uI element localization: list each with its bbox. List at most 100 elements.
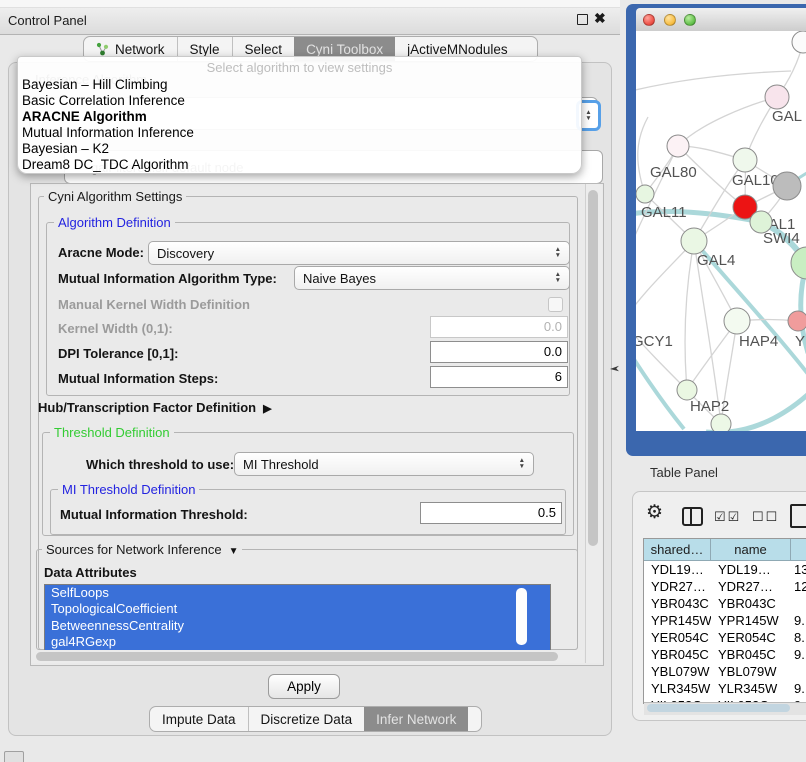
network-node-gal4[interactable]: [681, 228, 707, 254]
table-row[interactable]: YBL079WYBL079W: [644, 663, 806, 680]
network-node-y[interactable]: [788, 311, 806, 331]
table-cell[interactable]: YDR27…: [711, 578, 791, 595]
hub-definition-toggle[interactable]: Hub/Transcription Factor Definition▶: [38, 400, 272, 415]
column-header[interactable]: [791, 539, 806, 560]
dpi-tolerance-field[interactable]: [430, 341, 568, 363]
network-node[interactable]: [791, 247, 806, 279]
aracne-mode-select[interactable]: Discovery ▲▼: [148, 241, 570, 265]
minimized-panel-button[interactable]: [4, 751, 24, 762]
tab-label: Infer Network: [376, 712, 456, 727]
algorithm-option[interactable]: Basic Correlation Inference: [18, 93, 581, 109]
algorithm-option[interactable]: Bayesian – Hill Climbing: [18, 77, 581, 93]
table-cell[interactable]: 9.: [791, 680, 806, 697]
table-cell[interactable]: YBL079W: [644, 663, 711, 680]
table-cell[interactable]: YBL079W: [711, 663, 791, 680]
data-attribute-item[interactable]: TopologicalCoefficient: [45, 601, 550, 617]
network-canvas[interactable]: GALGAL80GAL10GAL1GAL11SWI4GAL4GCY1HAP4YH…: [636, 31, 806, 431]
network-node-hap4[interactable]: [724, 308, 750, 334]
network-node[interactable]: [711, 414, 731, 431]
node-label: SWI4: [763, 230, 800, 247]
float-window-icon[interactable]: [577, 14, 588, 25]
tab-label: Select: [245, 42, 283, 57]
spinner-arrows-icon: ▲▼: [555, 272, 561, 284]
document-icon[interactable]: [790, 504, 806, 528]
algorithm-option[interactable]: ARACNE Algorithm: [18, 109, 581, 125]
mi-threshold-field[interactable]: [420, 502, 562, 524]
table-cell[interactable]: 13: [791, 561, 806, 578]
cyni-mode-tabbar: Impute DataDiscretize Data Infer Network: [149, 706, 482, 732]
minimize-traffic-light-icon[interactable]: [664, 14, 676, 26]
table-cell[interactable]: YPR145W: [644, 612, 711, 629]
table-cell[interactable]: YDR27…: [644, 578, 711, 595]
table-cell[interactable]: [791, 663, 806, 680]
kernel-width-label: Kernel Width (0,1):: [58, 321, 173, 336]
table-cell[interactable]: YBR045C: [644, 646, 711, 663]
apply-button[interactable]: Apply: [268, 674, 340, 699]
kernel-width-field[interactable]: [430, 316, 568, 338]
mi-algorithm-type-select[interactable]: Naive Bayes ▲▼: [294, 266, 570, 290]
split-columns-icon[interactable]: [682, 507, 703, 526]
attributes-scrollbar-thumb[interactable]: [516, 588, 527, 645]
settings-vertical-scrollbar-thumb[interactable]: [588, 190, 598, 546]
tab-label: jActiveMNodules: [407, 42, 508, 57]
tab-label: Network: [115, 42, 165, 57]
table-cell[interactable]: YBR043C: [644, 595, 711, 612]
table-row[interactable]: YBR043CYBR043C: [644, 595, 806, 612]
data-attribute-item[interactable]: BetweennessCentrality: [45, 618, 550, 634]
tab-discretize-data[interactable]: Discretize Data: [248, 707, 365, 731]
algorithm-option[interactable]: Dream8 DC_TDC Algorithm: [18, 157, 581, 173]
table-row[interactable]: YPR145WYPR145W9.: [644, 612, 806, 629]
network-node-gal80[interactable]: [667, 135, 689, 157]
spinner-arrows-icon: ▲▼: [585, 110, 591, 122]
network-window-titlebar[interactable]: [636, 8, 806, 32]
data-attribute-item[interactable]: SelfLoops: [45, 585, 550, 601]
close-traffic-light-icon[interactable]: [643, 14, 655, 26]
settings-horizontal-scrollbar-thumb[interactable]: [36, 652, 558, 661]
mi-steps-field[interactable]: [430, 366, 568, 388]
table-row[interactable]: YDL19…YDL19…13: [644, 561, 806, 578]
table-cell[interactable]: YBR043C: [711, 595, 791, 612]
table-cell[interactable]: YPR145W: [711, 612, 791, 629]
close-icon[interactable]: ✖: [594, 10, 606, 27]
manual-kernel-width-checkbox[interactable]: [548, 297, 563, 312]
table-cell[interactable]: 9.: [791, 646, 806, 663]
table-cell[interactable]: YER054C: [644, 629, 711, 646]
gear-icon[interactable]: ⚙: [646, 503, 663, 522]
table-row[interactable]: YDR27…YDR27…12: [644, 578, 806, 595]
sources-legend[interactable]: Sources for Network Inference▼: [42, 542, 242, 557]
table-cell[interactable]: YLR345W: [711, 680, 791, 697]
spinner-arrows-icon: ▲▼: [555, 247, 561, 259]
data-attribute-item[interactable]: gal4RGexp: [45, 634, 550, 650]
network-node[interactable]: [792, 31, 806, 53]
zoom-traffic-light-icon[interactable]: [684, 14, 696, 26]
column-header[interactable]: name: [711, 539, 791, 560]
node-table: shared…name YDL19…YDL19…13YDR27…YDR27…12…: [643, 538, 806, 704]
table-cell[interactable]: YLR345W: [644, 680, 711, 697]
table-horizontal-scrollbar-thumb[interactable]: [647, 704, 790, 712]
table-cell[interactable]: 9.: [791, 612, 806, 629]
network-node-gal[interactable]: [765, 85, 789, 109]
table-cell[interactable]: YDL19…: [644, 561, 711, 578]
table-cell[interactable]: [791, 595, 806, 612]
table-row[interactable]: YLR345WYLR345W9.: [644, 680, 806, 697]
select-unchecked-icon[interactable]: ☐☐: [752, 509, 779, 525]
network-node-hap2[interactable]: [677, 380, 697, 400]
tab-infer-network[interactable]: Infer Network: [364, 707, 468, 731]
select-checked-icon[interactable]: ☑☑: [714, 509, 741, 525]
tab-impute-data[interactable]: Impute Data: [150, 707, 248, 731]
network-node-gal11[interactable]: [636, 185, 654, 203]
table-cell[interactable]: YBR045C: [711, 646, 791, 663]
node-label: GCY1: [636, 333, 673, 350]
which-threshold-select[interactable]: MI Threshold ▲▼: [234, 452, 534, 476]
table-cell[interactable]: YDL19…: [711, 561, 791, 578]
table-cell[interactable]: 12: [791, 578, 806, 595]
network-node[interactable]: [773, 172, 801, 200]
table-row[interactable]: YER054CYER054C8.: [644, 629, 806, 646]
table-cell[interactable]: YER054C: [711, 629, 791, 646]
table-row[interactable]: YBR045CYBR045C9.: [644, 646, 806, 663]
network-node-gal10[interactable]: [733, 148, 757, 172]
algorithm-option[interactable]: Bayesian – K2: [18, 141, 581, 157]
algorithm-option[interactable]: Mutual Information Inference: [18, 125, 581, 141]
column-header[interactable]: shared…: [644, 539, 711, 560]
table-cell[interactable]: 8.: [791, 629, 806, 646]
